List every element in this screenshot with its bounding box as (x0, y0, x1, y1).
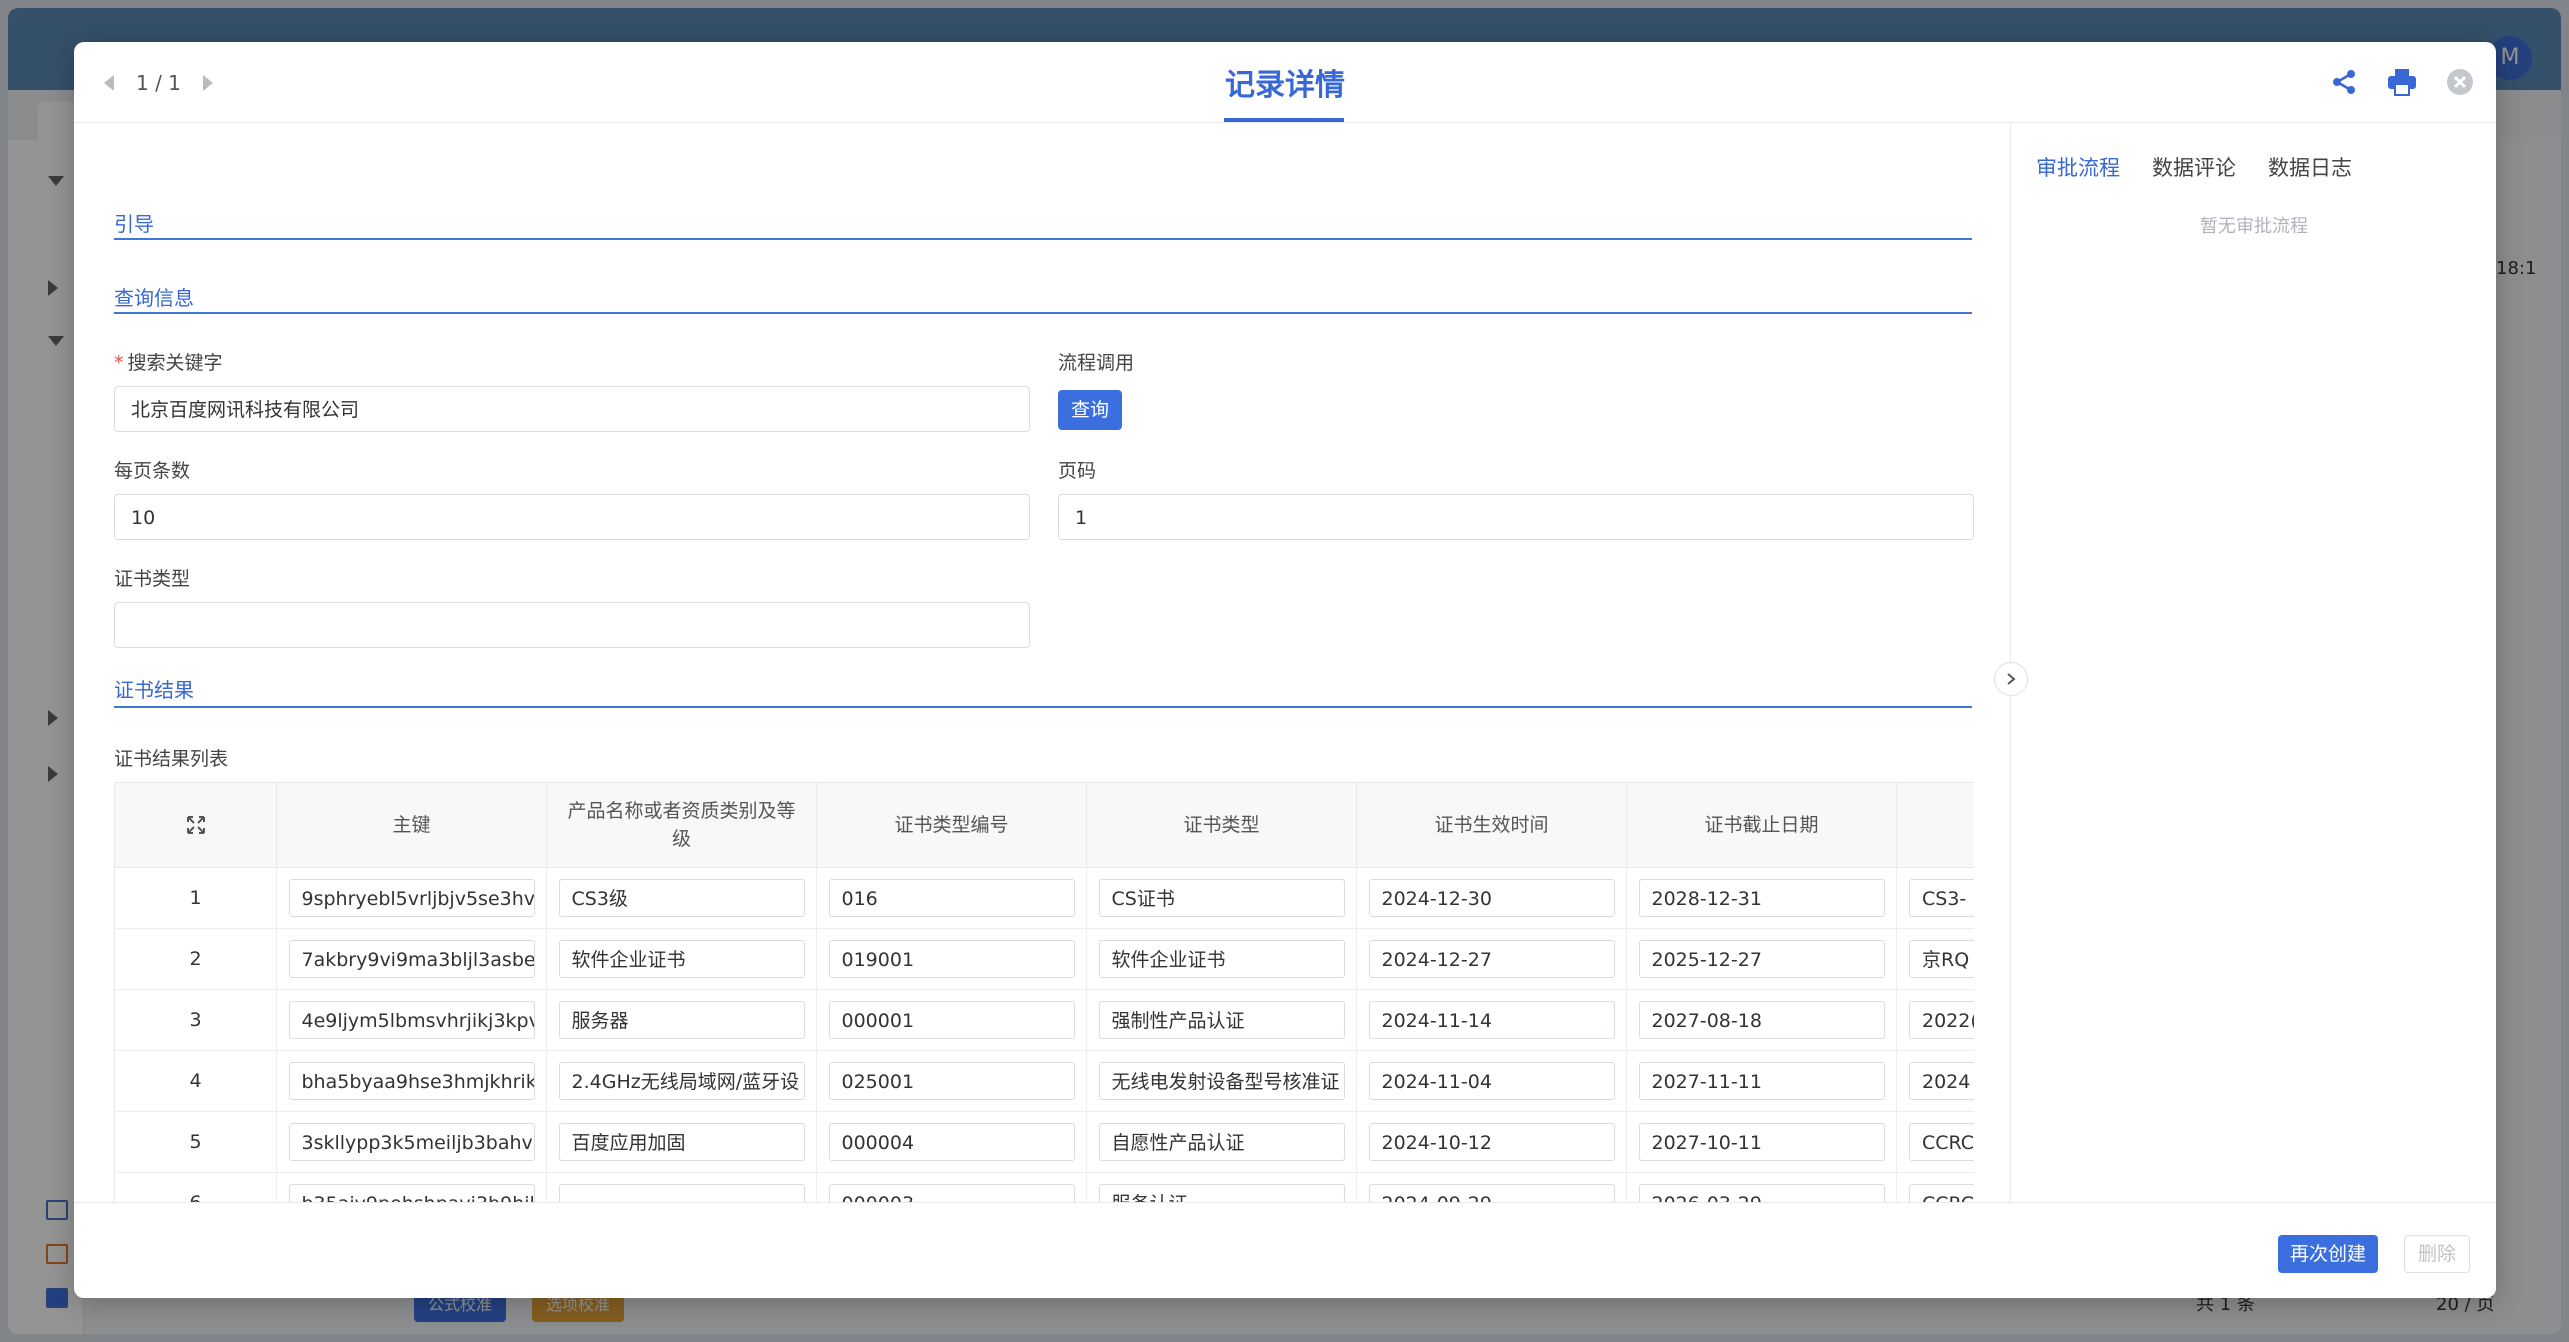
dialog-title: 记录详情 (1225, 68, 1345, 103)
header-actions (2328, 66, 2476, 98)
table-row: 1 9sphryebl5vrljbjv5se3hvi CS3级 016 CS证书… (115, 868, 1974, 929)
section-query-info: 查询信息 (114, 286, 194, 310)
section-divider (114, 238, 1972, 240)
product-cell[interactable]: 百度应用加固 (558, 1123, 805, 1161)
recreate-button[interactable]: 再次创建 (2278, 1235, 2378, 1273)
expand-column-icon[interactable] (115, 783, 277, 867)
page-no-input[interactable]: 1 (1058, 494, 1974, 540)
cert-type-label: 证书类型 (114, 568, 191, 590)
extra-cell[interactable]: 2022( (1909, 1001, 1974, 1039)
column-header: 产品名称或者资质类别及等级 (547, 783, 817, 867)
chevron-right-icon (2007, 673, 2016, 685)
page-size-label: 每页条数 (114, 460, 191, 482)
column-header: 证书截止日期 (1627, 783, 1897, 867)
section-cert-result: 证书结果 (114, 678, 194, 702)
extra-cell[interactable]: 2024 (1909, 1062, 1974, 1100)
delete-button[interactable]: 删除 (2404, 1235, 2470, 1273)
section-divider (114, 706, 1972, 708)
end-date-cell[interactable]: 2027-08-18 (1638, 1001, 1885, 1039)
table-row: 4 bha5byaa9hse3hmjkhrik 2.4GHz无线局域网/蓝牙设 … (115, 1051, 1974, 1112)
start-date-cell[interactable]: 2024-12-30 (1368, 879, 1615, 917)
page-size-input[interactable]: 10 (114, 494, 1030, 540)
column-header: 证书类型 (1087, 783, 1357, 867)
product-cell[interactable]: 软件企业证书 (558, 940, 805, 978)
type-cell[interactable]: 自愿性产品认证 (1098, 1123, 1345, 1161)
table-row: 5 3skllypp3k5meiljb3bahva 百度应用加固 000004 … (115, 1112, 1974, 1173)
start-date-cell[interactable]: 2024-12-27 (1368, 940, 1615, 978)
table-header: 主键 产品名称或者资质类别及等级 证书类型编号 证书类型 证书生效时间 证书截止… (115, 783, 1974, 868)
end-date-cell[interactable]: 2025-12-27 (1638, 940, 1885, 978)
start-date-cell[interactable]: 2024-10-12 (1368, 1123, 1615, 1161)
type-no-cell[interactable]: 000004 (828, 1123, 1075, 1161)
type-no-cell[interactable]: 000001 (828, 1001, 1075, 1039)
product-cell[interactable]: 服务器 (558, 1001, 805, 1039)
key-cell[interactable]: 9sphryebl5vrljbjv5se3hvi (288, 879, 535, 917)
process-label: 流程调用 (1058, 352, 1135, 374)
cert-type-input[interactable] (114, 602, 1030, 648)
key-cell[interactable]: 4e9ljym5lbmsvhrjikj3kpv (288, 1001, 535, 1039)
keyword-input[interactable]: 北京百度网讯科技有限公司 (114, 386, 1030, 432)
row-number: 4 (115, 1051, 277, 1111)
table-row: 3 4e9ljym5lbmsvhrjikj3kpv 服务器 000001 强制性… (115, 990, 1974, 1051)
start-date-cell[interactable]: 2024-11-14 (1368, 1001, 1615, 1039)
table-caption: 证书结果列表 (114, 748, 229, 770)
row-number: 2 (115, 929, 277, 989)
column-header: 证书生效时间 (1357, 783, 1627, 867)
cert-result-table: 主键 产品名称或者资质类别及等级 证书类型编号 证书类型 证书生效时间 证书截止… (114, 782, 1974, 1234)
type-no-cell[interactable]: 016 (828, 879, 1075, 917)
keyword-label: * 搜索关键字 (114, 352, 223, 374)
extra-cell[interactable]: 京RQ (1909, 940, 1974, 978)
print-icon[interactable] (2386, 66, 2418, 98)
section-divider (114, 312, 1972, 314)
product-cell[interactable]: CS3级 (558, 879, 805, 917)
type-cell[interactable]: 强制性产品认证 (1098, 1001, 1345, 1039)
type-cell[interactable]: CS证书 (1098, 879, 1345, 917)
end-date-cell[interactable]: 2028-12-31 (1638, 879, 1885, 917)
type-no-cell[interactable]: 019001 (828, 940, 1075, 978)
end-date-cell[interactable]: 2027-11-11 (1638, 1062, 1885, 1100)
collapse-panel-button[interactable] (1994, 662, 2028, 696)
start-date-cell[interactable]: 2024-11-04 (1368, 1062, 1615, 1100)
record-form: 引导 查询信息 * 搜索关键字 北京百度网讯科技有限公司 流程调用 查询 每页条数… (114, 122, 1974, 1242)
end-date-cell[interactable]: 2027-10-11 (1638, 1123, 1885, 1161)
type-no-cell[interactable]: 025001 (828, 1062, 1075, 1100)
row-number: 1 (115, 868, 277, 928)
approval-empty-text: 暂无审批流程 (2200, 216, 2308, 237)
key-cell[interactable]: 7akbry9vi9ma3bljl3asbe (288, 940, 535, 978)
type-cell[interactable]: 无线电发射设备型号核准证 (1098, 1062, 1345, 1100)
tab-approval-flow[interactable]: 审批流程 (2036, 152, 2120, 182)
column-header: 证书类型编号 (817, 783, 1087, 867)
close-icon[interactable] (2444, 66, 2476, 98)
extra-cell[interactable]: CCRC (1909, 1123, 1974, 1161)
tab-data-log[interactable]: 数据日志 (2268, 152, 2352, 182)
share-icon[interactable] (2328, 66, 2360, 98)
table-row: 2 7akbry9vi9ma3bljl3asbe 软件企业证书 019001 软… (115, 929, 1974, 990)
section-guide: 引导 (114, 212, 154, 236)
query-button[interactable]: 查询 (1058, 390, 1122, 430)
column-header (1897, 783, 1974, 867)
dialog-header: 1 / 1 记录详情 (74, 42, 2496, 123)
column-header: 主键 (277, 783, 547, 867)
key-cell[interactable]: 3skllypp3k5meiljb3bahva (288, 1123, 535, 1161)
record-detail-dialog: 1 / 1 记录详情 引导 查询信息 * 搜索关键字 北京百度网讯科技有限公司 流… (74, 42, 2496, 1298)
product-cell[interactable]: 2.4GHz无线局域网/蓝牙设 (558, 1062, 805, 1100)
extra-cell[interactable]: CS3- (1909, 879, 1974, 917)
row-number: 5 (115, 1112, 277, 1172)
dialog-footer: 再次创建 删除 (74, 1202, 2496, 1298)
row-number: 3 (115, 990, 277, 1050)
side-panel-tabs: 审批流程 数据评论 数据日志 (2036, 152, 2352, 182)
type-cell[interactable]: 软件企业证书 (1098, 940, 1345, 978)
page-no-label: 页码 (1058, 460, 1097, 482)
key-cell[interactable]: bha5byaa9hse3hmjkhrik (288, 1062, 535, 1100)
tab-data-comments[interactable]: 数据评论 (2152, 152, 2236, 182)
